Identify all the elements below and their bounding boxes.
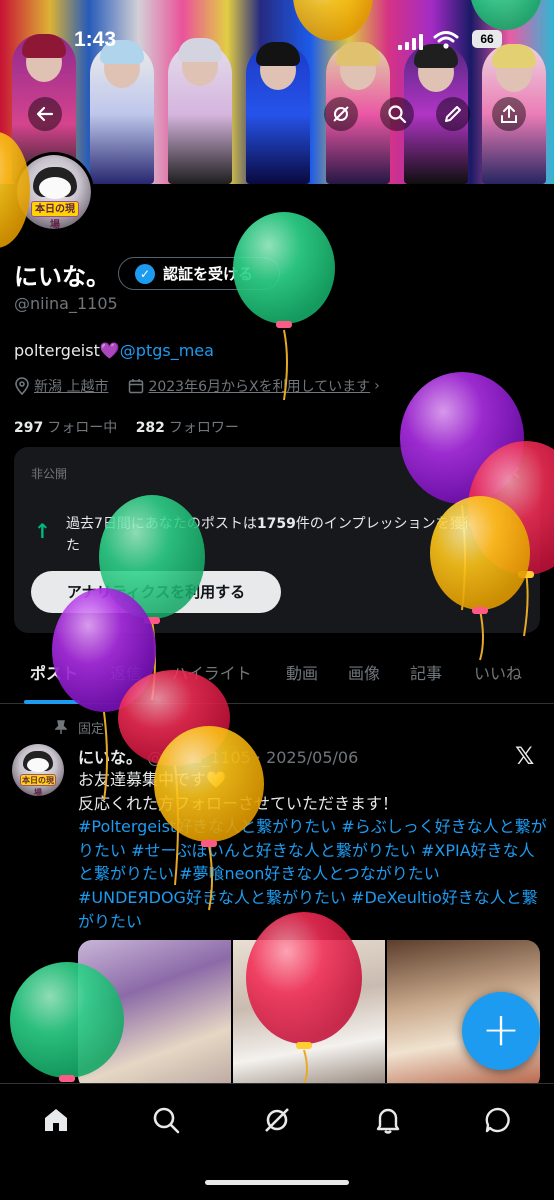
profile-bio: poltergeist💜@ptgs_mea <box>14 341 214 360</box>
messages-icon <box>485 1107 510 1133</box>
tab-posts[interactable]: ポスト <box>30 660 78 684</box>
search-icon <box>153 1107 180 1134</box>
verified-check-icon: ✓ <box>135 263 155 284</box>
analytics-message: 過去7日間にあなたのポストは1759件のインプレッションを獲得しました <box>66 516 520 554</box>
close-icon[interactable]: ✕ <box>505 461 522 485</box>
tab-likes[interactable]: いいね <box>474 660 522 684</box>
location-icon <box>15 377 29 395</box>
share-icon <box>501 105 517 123</box>
post-avatar-label: 本日の現場 <box>20 774 56 796</box>
post-line-1: お友達募集中です💛 <box>78 770 226 789</box>
arrow-up-icon: ↑ <box>34 519 51 543</box>
bio-mention-link[interactable]: @ptgs_mea <box>120 341 214 360</box>
avatar-label: 本日の現場 <box>31 201 79 229</box>
bio-text: poltergeist💜 <box>14 341 120 360</box>
post-avatar[interactable]: 本日の現場 <box>12 744 64 796</box>
private-label: 非公開 <box>31 467 68 481</box>
tab-articles[interactable]: 記事 <box>410 660 442 684</box>
post-header: にいな。 @niina_1105 · 2025/05/06 <box>78 744 358 768</box>
post-hashtags: #Poltergeist好きな人と繋がりたい #らぶしっく好きな人と繋がりたい … <box>78 815 548 933</box>
tab-replies[interactable]: 返信 <box>110 660 142 684</box>
search-button[interactable] <box>380 97 414 131</box>
compose-post-button[interactable]: + <box>462 992 540 1070</box>
home-indicator <box>205 1180 349 1185</box>
profile-tabs: ポスト 返信 ハイライト 動画 画像 記事 いいね <box>0 650 554 704</box>
post-image[interactable] <box>78 940 231 1090</box>
battery-indicator: 66 <box>472 30 502 48</box>
joined-date[interactable]: 2023年6月からXを利用しています <box>148 376 370 396</box>
following-link[interactable]: 297 フォロー中 <box>14 420 117 436</box>
nav-grok[interactable] <box>257 1100 297 1140</box>
display-name: にいな。 <box>14 263 110 291</box>
back-arrow-icon <box>36 106 54 122</box>
location-text[interactable]: 新潟 上越市 <box>34 376 108 396</box>
grok-button[interactable] <box>324 97 358 131</box>
profile-avatar[interactable]: 本日の現場 <box>14 152 94 232</box>
tab-videos[interactable]: 動画 <box>286 660 318 684</box>
nav-search[interactable] <box>146 1100 186 1140</box>
pin-icon <box>55 720 67 734</box>
back-button[interactable] <box>28 97 62 131</box>
analytics-card: 非公開 ✕ ↑ 過去7日間にあなたのポストは1759件のインプレッションを獲得し… <box>14 447 540 633</box>
wifi-icon <box>433 31 459 49</box>
post-meta: @niina_1105 · 2025/05/06 <box>147 748 359 767</box>
nav-home[interactable] <box>36 1100 76 1140</box>
hashtag-link[interactable]: #せーぶぽいんと好きな人と繋がりたい <box>131 841 416 860</box>
tab-highlights[interactable]: ハイライト <box>172 660 252 684</box>
post-image[interactable] <box>232 940 386 1090</box>
followers-link[interactable]: 282 フォロワー <box>136 420 239 436</box>
hashtag-link[interactable]: #夢喰neon好きな人とつながりたい <box>179 864 440 883</box>
home-icon <box>45 1109 67 1131</box>
pinned-label: 固定 <box>78 722 105 737</box>
profile-meta: 新潟 上越市 2023年6月からXを利用しています › <box>14 376 380 396</box>
grok-icon <box>333 106 349 122</box>
status-bar: 1:43 66 <box>0 26 554 60</box>
active-tab-indicator <box>24 700 80 704</box>
calendar-icon <box>129 379 144 394</box>
edit-button[interactable] <box>436 97 470 131</box>
tab-images[interactable]: 画像 <box>348 660 380 684</box>
chevron-right-icon: › <box>374 378 380 394</box>
verify-button-label: 認証を受ける <box>163 265 254 283</box>
nav-messages[interactable] <box>478 1100 518 1140</box>
analytics-button[interactable]: アナリティクスを利用する <box>31 571 281 613</box>
status-time: 1:43 <box>74 28 117 51</box>
cellular-signal-icon <box>398 34 423 50</box>
nav-notifications[interactable] <box>368 1100 408 1140</box>
post-line-2: 反応くれた方フォローさせていただきます！ <box>78 793 399 813</box>
follow-stats: 297 フォロー中 282 フォロワー <box>14 417 239 437</box>
post-text: お友達募集中です💛 反応くれた方フォローさせていただきます！ #Polterge… <box>78 768 548 933</box>
search-icon <box>388 105 407 124</box>
hashtag-link[interactable]: #Poltergeist好きな人と繋がりたい <box>78 817 336 836</box>
bell-icon <box>376 1108 400 1134</box>
user-handle: @niina_1105 <box>14 294 118 313</box>
post-author[interactable]: にいな。 <box>78 748 142 767</box>
verify-button[interactable]: ✓ 認証を受ける <box>118 257 280 290</box>
hashtag-link[interactable]: #UNDEЯDOG好きな人と繋がりたい <box>78 888 346 907</box>
edit-icon <box>445 106 461 122</box>
x-logo-icon: 𝕏 <box>515 742 535 770</box>
grok-icon <box>265 1108 289 1132</box>
share-button[interactable] <box>492 97 526 131</box>
